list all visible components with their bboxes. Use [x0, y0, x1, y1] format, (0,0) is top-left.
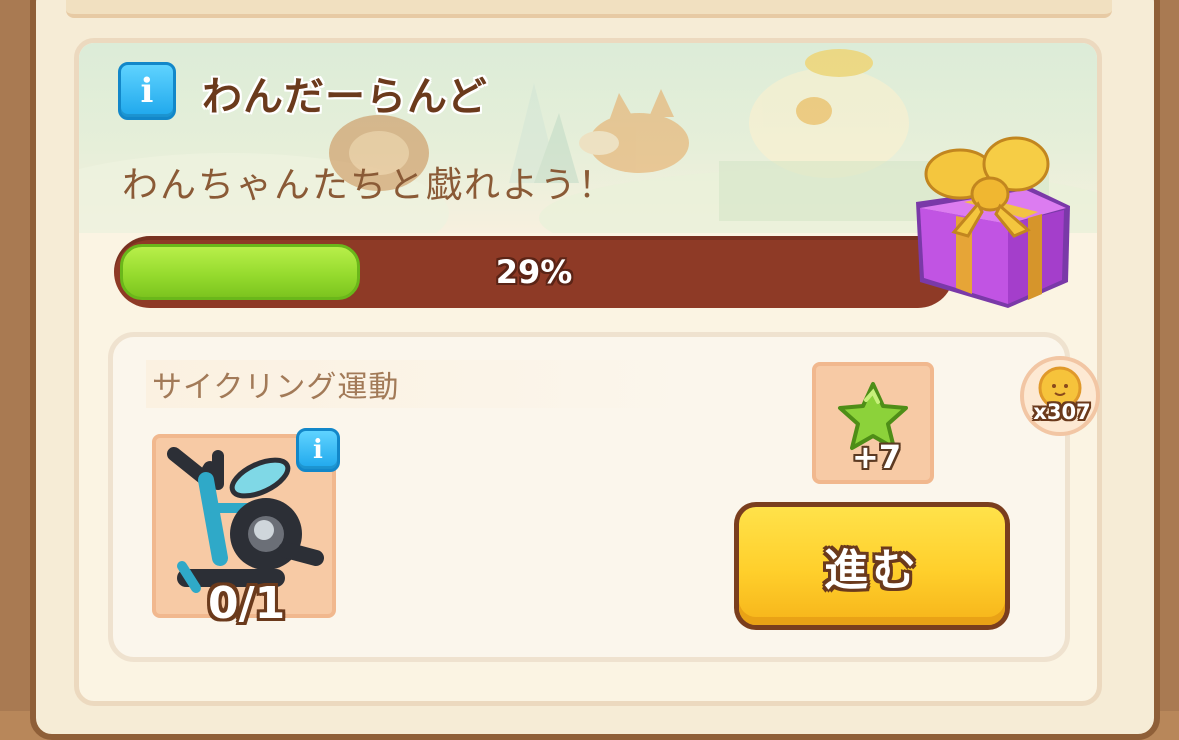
item-info-button[interactable]: i — [296, 428, 340, 472]
task-name: サイクリング運動 — [152, 370, 400, 405]
event-progress-bar: 29% — [114, 236, 954, 308]
white-dog-illustration — [749, 49, 909, 178]
currency-badge — [1020, 356, 1100, 436]
event-title: わんだーらんど — [202, 74, 488, 120]
info-icon: i — [140, 71, 154, 111]
task-item-count: 0/1 — [208, 578, 286, 629]
gift-box-icon[interactable] — [908, 132, 1076, 318]
info-icon: i — [313, 435, 323, 465]
event-progress-label: 29% — [495, 253, 573, 291]
go-button[interactable]: 進む — [734, 502, 1010, 630]
currency-count: x307 — [1033, 400, 1091, 424]
go-button-face: 進む — [739, 507, 1005, 625]
event-subtitle: わんちゃんたちと戯れよう！ — [122, 165, 617, 206]
go-button-label: 進む — [824, 545, 920, 596]
event-info-button[interactable]: i — [118, 62, 176, 120]
previous-card-edge — [66, 0, 1112, 18]
reward-amount: +7 — [852, 438, 902, 476]
